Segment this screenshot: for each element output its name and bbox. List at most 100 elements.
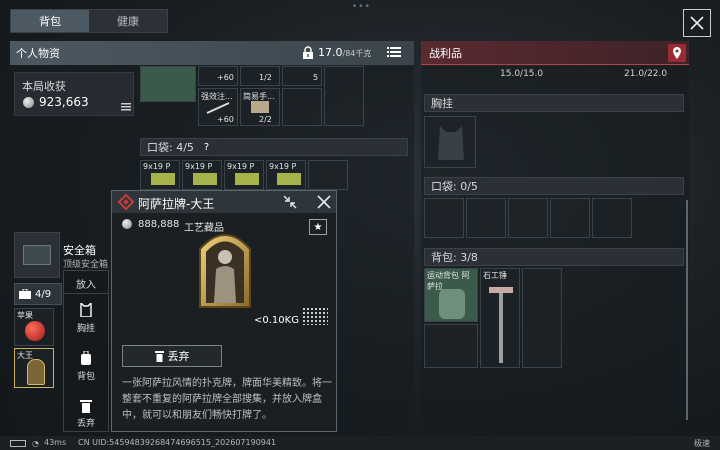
rig-item-tag: 1/2: [259, 73, 272, 82]
pocket-item[interactable]: 9x19 P: [266, 160, 306, 190]
income-label: 本局收获: [22, 80, 66, 93]
safe-box-icon[interactable]: [14, 232, 60, 278]
tab-health[interactable]: 健康: [89, 10, 167, 32]
pocket-item-tag: 9x19 P: [269, 162, 297, 171]
list-icon[interactable]: [387, 46, 401, 58]
loot-backpack-slot[interactable]: [522, 268, 562, 368]
item-price: 888,888: [122, 219, 179, 230]
loot-backpack-bar: 背包: 3/8: [424, 248, 684, 266]
pocket-slot-empty[interactable]: [308, 160, 348, 190]
rig-slot-empty[interactable]: [282, 88, 322, 126]
pocket-item[interactable]: 9x19 P: [182, 160, 222, 190]
loot-pocket-label: 口袋: 0/5: [431, 180, 478, 193]
discard-label: 丢弃: [167, 350, 190, 363]
backpack-icon: [81, 351, 91, 365]
vest-label: 胸挂: [431, 97, 453, 110]
loot-pocket-slot[interactable]: [424, 198, 464, 238]
collapse-icon[interactable]: [282, 194, 298, 210]
rig-item-bandage[interactable]: 简易手... 2/2: [240, 88, 280, 126]
location-pin-button[interactable]: [668, 44, 686, 62]
location-pin-icon: [673, 47, 681, 59]
weight-current: 17.0: [318, 46, 343, 59]
menu-put-in[interactable]: 放入: [64, 276, 108, 291]
top-tabbar: 背包 健康: [10, 9, 168, 33]
pocket-item[interactable]: 9x19 P: [140, 160, 180, 190]
rig-item[interactable]: +60: [198, 66, 238, 86]
weight-readout: 17.0/84千克: [318, 46, 371, 59]
uid-text: CN UID:5459483926847469651​5_20260719094…: [78, 438, 277, 447]
popup-close-icon[interactable]: [316, 194, 332, 210]
loot-item-hammer[interactable]: 石工锤: [480, 268, 520, 368]
loot-pocket-slot[interactable]: [508, 198, 548, 238]
context-menu: 放入 胸挂 背包 丢弃: [63, 270, 109, 432]
backpack-icon: [439, 289, 465, 319]
syringe-icon: [206, 102, 230, 114]
menu-icon[interactable]: [121, 103, 131, 111]
bandage-icon: [251, 101, 269, 113]
safe-item-apple[interactable]: 苹果: [14, 308, 54, 346]
item-weight: <0.10KG: [254, 315, 299, 326]
rig-item[interactable]: 5: [282, 66, 322, 86]
menu-vest[interactable]: 胸挂: [64, 321, 108, 334]
loot-weight-1: 15.0/15.0: [500, 69, 544, 79]
vest-icon: [80, 303, 92, 317]
ammo-icon: [151, 173, 175, 185]
trash-icon: [154, 350, 164, 362]
tab-backpack[interactable]: 背包: [11, 10, 89, 32]
coin-icon: [122, 219, 132, 229]
loot-pocket-slot[interactable]: [550, 198, 590, 238]
hammer-handle: [499, 293, 503, 363]
menu-backpack[interactable]: 背包: [64, 369, 108, 382]
ammo-icon: [235, 173, 259, 185]
mode-text: 极速: [694, 439, 710, 448]
bag-count-bar[interactable]: 4/9: [14, 283, 62, 305]
battery-icon: [10, 440, 26, 447]
safe-item-card[interactable]: 大王: [14, 348, 54, 388]
coin-icon: [23, 97, 34, 108]
loot-pocket-slot[interactable]: [592, 198, 632, 238]
pocket-bar: 口袋: 4/5 ?: [140, 138, 408, 156]
rig-item-count: 2/2: [259, 115, 272, 124]
card-icon: [27, 359, 45, 385]
loot-pocket-slot[interactable]: [466, 198, 506, 238]
pocket-item-tag: 9x19 P: [143, 162, 171, 171]
item-detail-popup: 阿萨拉牌-大王 888,888 工艺藏品 ★ <0.10KG 丢弃 一张阿萨拉风…: [111, 190, 337, 432]
status-bar: ◔ 43ms CN UID:5459483926847469651​5_2026…: [0, 436, 720, 450]
rig-item-injector[interactable]: 强效注... +60: [198, 88, 238, 126]
item-price-value: 888,888: [138, 219, 180, 230]
close-button[interactable]: [683, 9, 711, 37]
loot-backpack-slot[interactable]: [424, 324, 478, 368]
vest-bar: 胸挂: [424, 94, 684, 112]
rig-item-tag: 5: [313, 73, 319, 82]
discard-button[interactable]: 丢弃: [122, 345, 222, 367]
weight-max: /84千克: [342, 49, 372, 58]
safe-item-tag: 苹果: [17, 311, 33, 320]
vest-slot[interactable]: [424, 116, 476, 168]
ammo-icon: [193, 173, 217, 185]
popup-title: 阿萨拉牌-大王: [138, 197, 215, 211]
pocket-item-tag: 9x19 P: [185, 162, 213, 171]
rig-item-count: +60: [217, 115, 234, 124]
menu-discard[interactable]: 丢弃: [64, 416, 108, 429]
loot-item-tag: 石工锤: [483, 271, 507, 280]
pocket-label: 口袋: 4/5: [147, 141, 194, 154]
help-icon[interactable]: ?: [204, 142, 209, 153]
size-grid-icon: [302, 307, 328, 325]
drag-handle-icon: •••: [352, 2, 371, 12]
ammo-icon: [277, 173, 301, 185]
rig-item[interactable]: 1/2: [240, 66, 280, 86]
rig-item-large[interactable]: [140, 66, 196, 102]
loot-item-backpack[interactable]: 运动背包 阿萨拉: [424, 268, 478, 322]
pocket-item-tag: 9x19 P: [227, 162, 255, 171]
wifi-icon: ◔: [32, 439, 39, 448]
loot-scrollbar[interactable]: [686, 200, 688, 420]
safe-box-type: 顶级安全箱: [63, 260, 109, 270]
favorite-star-icon[interactable]: ★: [309, 219, 327, 235]
ping-value: 43ms: [44, 438, 67, 447]
rig-slot-empty[interactable]: [324, 66, 364, 126]
loot-backpack-label: 背包: 3/8: [431, 251, 478, 264]
pocket-item[interactable]: 9x19 P: [224, 160, 264, 190]
vest-icon: [438, 126, 464, 160]
bag-count: 4/9: [35, 288, 52, 300]
personal-supplies-title: 个人物资: [16, 47, 60, 60]
